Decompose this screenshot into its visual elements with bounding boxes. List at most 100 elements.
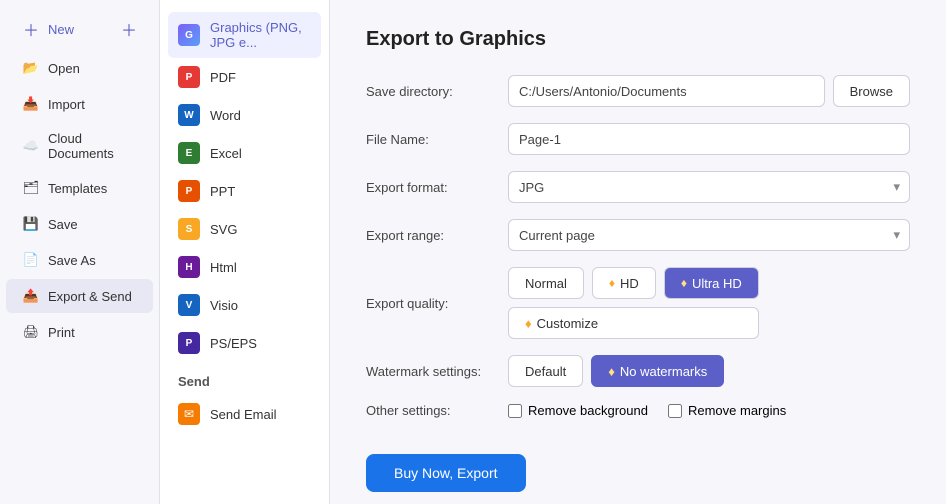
export-quality-row: Export quality: Normal ♦ HD ♦ Ultra HD ♦	[366, 267, 910, 339]
format-label-pdf: PDF	[210, 70, 236, 85]
format-item-excel[interactable]: E Excel	[168, 134, 321, 172]
checkbox-group: Remove background Remove margins	[508, 403, 786, 418]
sidebar-label-export: Export & Send	[48, 289, 132, 304]
format-item-pdf[interactable]: P PDF	[168, 58, 321, 96]
sidebar-item-save[interactable]: 💾 Save	[6, 207, 153, 241]
browse-button[interactable]: Browse	[833, 75, 910, 107]
excel-icon: E	[178, 142, 200, 164]
export-format-select-wrap: JPG PNG BMP SVG TIFF	[508, 171, 910, 203]
save-directory-control: Browse	[508, 75, 910, 107]
save-directory-label: Save directory:	[366, 84, 496, 99]
format-panel: G Graphics (PNG, JPG e... P PDF W Word E…	[160, 0, 330, 504]
other-settings-row: Other settings: Remove background Remove…	[366, 403, 910, 418]
send-label-email: Send Email	[210, 407, 276, 422]
print-icon: 🖨	[22, 323, 40, 341]
pdf-icon: P	[178, 66, 200, 88]
sidebar-label-templates: Templates	[48, 181, 107, 196]
export-icon: 📤	[22, 287, 40, 305]
format-item-ppt[interactable]: P PPT	[168, 172, 321, 210]
sidebar: ＋ New ＋ 📂 Open 📥 Import ☁️ Cloud Documen…	[0, 0, 160, 504]
sidebar-item-open[interactable]: 📂 Open	[6, 51, 153, 85]
watermark-control: Default ♦ No watermarks	[508, 355, 910, 387]
sidebar-label-cloud: Cloud Documents	[48, 131, 137, 161]
format-label-svg: SVG	[210, 222, 237, 237]
buy-export-button[interactable]: Buy Now, Export	[366, 454, 526, 492]
save-icon: 💾	[22, 215, 40, 233]
format-item-html[interactable]: H Html	[168, 248, 321, 286]
sidebar-item-export[interactable]: 📤 Export & Send	[6, 279, 153, 313]
format-label-excel: Excel	[210, 146, 242, 161]
format-item-visio[interactable]: V Visio	[168, 286, 321, 324]
html-icon: H	[178, 256, 200, 278]
export-format-label: Export format:	[366, 180, 496, 195]
quality-hd-button[interactable]: ♦ HD	[592, 267, 656, 299]
word-icon: W	[178, 104, 200, 126]
quality-col: Normal ♦ HD ♦ Ultra HD ♦ Customize	[508, 267, 759, 339]
other-settings-control: Remove background Remove margins	[508, 403, 910, 418]
watermark-none-button[interactable]: ♦ No watermarks	[591, 355, 724, 387]
customize-button[interactable]: ♦ Customize	[508, 307, 759, 339]
watermark-row: Watermark settings: Default ♦ No waterma…	[366, 355, 910, 387]
remove-background-item[interactable]: Remove background	[508, 403, 648, 418]
gem-icon-hd: ♦	[609, 276, 615, 290]
import-icon: 📥	[22, 95, 40, 113]
export-range-select[interactable]: Current page All pages Selected shapes	[508, 219, 910, 251]
saveas-icon: 📄	[22, 251, 40, 269]
format-label-word: Word	[210, 108, 241, 123]
pseps-icon: P	[178, 332, 200, 354]
send-section-title: Send	[168, 362, 321, 395]
main-panel: Export to Graphics Save directory: Brows…	[330, 0, 946, 504]
format-label-html: Html	[210, 260, 237, 275]
format-label-graphics: Graphics (PNG, JPG e...	[210, 20, 311, 50]
sidebar-item-import[interactable]: 📥 Import	[6, 87, 153, 121]
format-label-visio: Visio	[210, 298, 238, 313]
quality-ultrahd-button[interactable]: ♦ Ultra HD	[664, 267, 759, 299]
export-quality-control: Normal ♦ HD ♦ Ultra HD ♦ Customize	[508, 267, 910, 339]
other-settings-label: Other settings:	[366, 403, 496, 418]
sidebar-item-new[interactable]: ＋ New ＋	[6, 9, 153, 49]
format-label-pseps: PS/EPS	[210, 336, 257, 351]
sidebar-label-print: Print	[48, 325, 75, 340]
sidebar-label-new: New	[48, 22, 74, 37]
sidebar-label-open: Open	[48, 61, 80, 76]
sidebar-item-saveas[interactable]: 📄 Save As	[6, 243, 153, 277]
sidebar-item-print[interactable]: 🖨 Print	[6, 315, 153, 349]
export-range-control: Current page All pages Selected shapes	[508, 219, 910, 251]
remove-background-label: Remove background	[528, 403, 648, 418]
remove-margins-label: Remove margins	[688, 403, 786, 418]
sidebar-label-import: Import	[48, 97, 85, 112]
format-item-svg[interactable]: S SVG	[168, 210, 321, 248]
templates-icon: 🗂	[22, 179, 40, 197]
gem-icon-uhd: ♦	[681, 276, 687, 290]
watermark-none-label: No watermarks	[620, 364, 707, 379]
export-format-select[interactable]: JPG PNG BMP SVG TIFF	[508, 171, 910, 203]
export-range-select-wrap: Current page All pages Selected shapes	[508, 219, 910, 251]
format-item-graphics[interactable]: G Graphics (PNG, JPG e...	[168, 12, 321, 58]
send-item-email[interactable]: ✉ Send Email	[168, 395, 321, 433]
customize-label: Customize	[537, 316, 598, 331]
new-icon: ＋	[22, 20, 40, 38]
sidebar-item-templates[interactable]: 🗂 Templates	[6, 171, 153, 205]
save-directory-row: Save directory: Browse	[366, 75, 910, 107]
export-format-control: JPG PNG BMP SVG TIFF	[508, 171, 910, 203]
remove-margins-item[interactable]: Remove margins	[668, 403, 786, 418]
watermark-default-button[interactable]: Default	[508, 355, 583, 387]
quality-ultrahd-label: Ultra HD	[692, 276, 742, 291]
sidebar-item-cloud[interactable]: ☁️ Cloud Documents	[6, 123, 153, 169]
save-directory-input[interactable]	[508, 75, 825, 107]
format-item-word[interactable]: W Word	[168, 96, 321, 134]
remove-margins-checkbox[interactable]	[668, 404, 682, 418]
cloud-icon: ☁️	[22, 137, 40, 155]
format-item-pseps[interactable]: P PS/EPS	[168, 324, 321, 362]
filename-input[interactable]	[508, 123, 910, 155]
sidebar-label-saveas: Save As	[48, 253, 96, 268]
ppt-icon: P	[178, 180, 200, 202]
sidebar-label-save: Save	[48, 217, 78, 232]
svg-icon: S	[178, 218, 200, 240]
gem-icon-wm: ♦	[608, 364, 615, 379]
new-plus-icon: ＋	[121, 17, 137, 41]
export-range-label: Export range:	[366, 228, 496, 243]
quality-normal-button[interactable]: Normal	[508, 267, 584, 299]
visio-icon: V	[178, 294, 200, 316]
remove-background-checkbox[interactable]	[508, 404, 522, 418]
